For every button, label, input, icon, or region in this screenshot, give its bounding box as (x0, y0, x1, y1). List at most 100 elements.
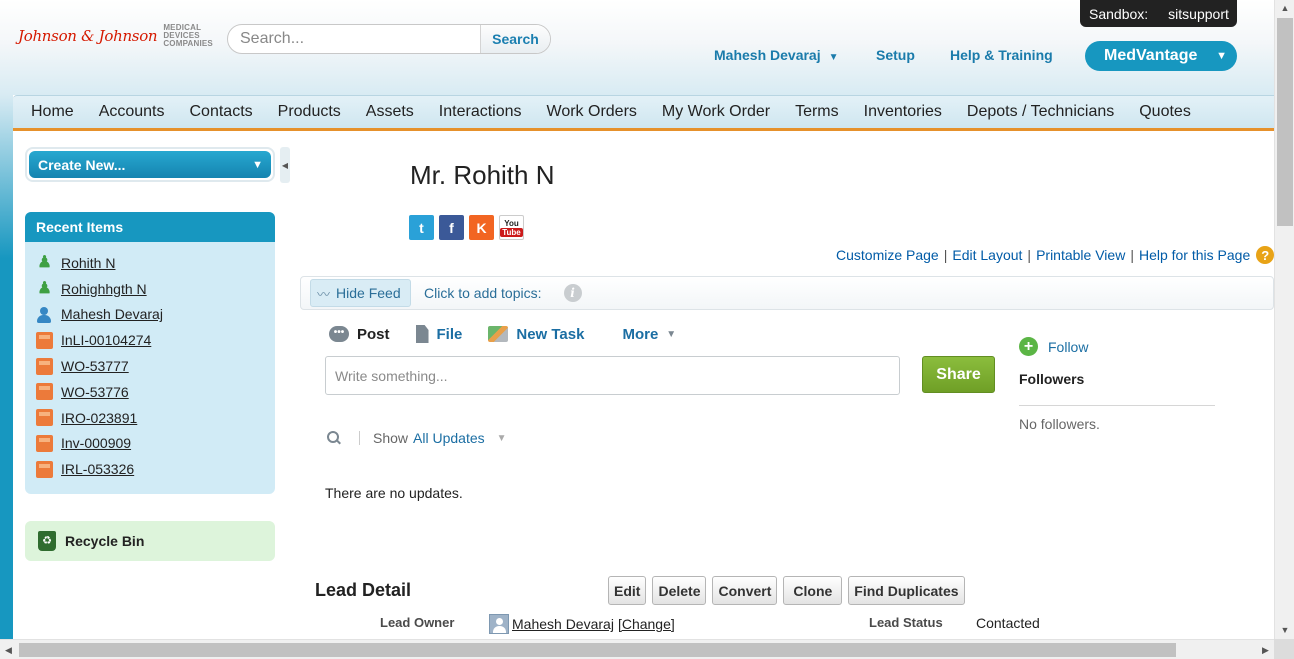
lead-status-label: Lead Status (869, 615, 943, 630)
tab-quotes[interactable]: Quotes (1127, 96, 1204, 128)
chevron-down-icon[interactable]: ▼ (497, 433, 507, 444)
recycle-bin-icon: ♻ (38, 531, 56, 551)
search-input[interactable] (228, 25, 480, 53)
recycle-bin[interactable]: ♻ Recycle Bin (25, 521, 275, 561)
recent-item-link[interactable]: Mahesh Devaraj (61, 306, 163, 322)
lead-icon: ♟ (37, 254, 52, 272)
scroll-up-icon[interactable]: ▲ (1275, 0, 1294, 17)
contact-icon (36, 306, 53, 323)
create-new-menu[interactable]: Create New... ▼ (25, 147, 275, 182)
tab-work-orders[interactable]: Work Orders (534, 96, 649, 128)
scroll-corner (1274, 639, 1294, 659)
chat-bubble-icon: ••• (329, 326, 349, 342)
find-duplicates-button[interactable]: Find Duplicates (848, 576, 965, 605)
search-button[interactable]: Search (480, 25, 550, 53)
recent-items-panel: Recent Items ♟ Rohith N ♟ Rohighhgth N M… (25, 212, 275, 494)
social-links: t f K You Tube (409, 215, 524, 240)
chevron-down-icon: ▼ (252, 158, 263, 171)
recent-item-link[interactable]: InLI-00104274 (61, 332, 151, 348)
task-icon (488, 326, 509, 342)
plus-icon: + (1019, 337, 1038, 356)
add-topics-link[interactable]: Click to add topics: (424, 285, 542, 301)
tab-terms[interactable]: Terms (783, 96, 852, 128)
recent-item-link[interactable]: IRL-053326 (61, 461, 134, 477)
box-icon (36, 434, 53, 452)
logo-wordmark: Johnson & Johnson (18, 27, 158, 45)
sandbox-name: sitsupport (1168, 5, 1229, 22)
tab-assets[interactable]: Assets (353, 96, 426, 128)
scroll-left-icon[interactable]: ◀ (0, 640, 17, 659)
printable-view-link[interactable]: Printable View (1036, 247, 1125, 263)
tab-home[interactable]: Home (13, 96, 86, 128)
recent-item-link[interactable]: IRO-023891 (61, 410, 137, 426)
klout-icon[interactable]: K (469, 215, 494, 240)
app-switcher[interactable]: MedVantage ▼ (1085, 41, 1237, 71)
info-icon[interactable]: i (563, 284, 582, 302)
tab-interactions[interactable]: Interactions (426, 96, 534, 128)
help-icon[interactable]: ? (1256, 246, 1275, 264)
delete-button[interactable]: Delete (652, 576, 707, 605)
facebook-icon[interactable]: f (439, 215, 464, 240)
page-title: Mr. Rohith N (410, 160, 555, 190)
user-menu[interactable]: Mahesh Devaraj ▼ (714, 47, 839, 63)
vertical-scrollbar[interactable]: ▲ ▼ (1274, 0, 1294, 639)
tab-accounts[interactable]: Accounts (86, 96, 177, 128)
lead-icon: ♟ (37, 280, 52, 298)
vertical-scroll-thumb[interactable] (1277, 18, 1293, 226)
help-training-link[interactable]: Help & Training (950, 47, 1053, 63)
follow-label: Follow (1048, 338, 1089, 355)
box-icon (36, 331, 53, 349)
youtube-icon[interactable]: You Tube (499, 215, 524, 240)
edit-layout-link[interactable]: Edit Layout (952, 247, 1022, 263)
change-owner-link[interactable]: [Change] (618, 616, 675, 632)
tab-products[interactable]: Products (265, 96, 353, 128)
share-button[interactable]: Share (922, 356, 995, 393)
edit-button[interactable]: Edit (608, 576, 647, 605)
app-name: MedVantage (1104, 47, 1198, 64)
sandbox-label: Sandbox: (1089, 5, 1149, 22)
global-search: Search (227, 24, 551, 54)
recent-items-list: ♟ Rohith N ♟ Rohighhgth N Mahesh Devaraj… (25, 242, 275, 482)
list-item: InLI-00104274 (25, 327, 275, 353)
tab-my-work-order[interactable]: My Work Order (649, 96, 782, 128)
customize-page-link[interactable]: Customize Page (836, 247, 939, 263)
setup-link[interactable]: Setup (876, 47, 915, 63)
twitter-icon[interactable]: t (409, 215, 434, 240)
horizontal-scroll-thumb[interactable] (19, 643, 1176, 657)
search-icon[interactable] (327, 431, 341, 445)
recent-item-link[interactable]: Rohighhgth N (61, 281, 147, 297)
tab-contacts[interactable]: Contacts (177, 96, 265, 128)
convert-button[interactable]: Convert (712, 576, 778, 605)
horizontal-scrollbar[interactable]: ◀ ▶ (0, 639, 1274, 659)
user-name: Mahesh Devaraj (714, 47, 821, 63)
feed-filter-dropdown[interactable]: All Updates (413, 430, 485, 446)
create-new-button[interactable]: Create New... ▼ (29, 151, 271, 178)
follow-button[interactable]: + Follow (1019, 337, 1088, 356)
help-page-link[interactable]: Help for this Page (1139, 247, 1250, 263)
recent-items-title: Recent Items (25, 212, 275, 242)
lead-detail-title: Lead Detail (315, 580, 412, 600)
lead-owner-link[interactable]: Mahesh Devaraj (512, 616, 614, 632)
scroll-right-icon[interactable]: ▶ (1257, 640, 1274, 659)
publisher-tab-file[interactable]: File (415, 325, 462, 343)
publisher-tab-post[interactable]: ••• Post (329, 326, 390, 343)
hide-feed-button[interactable]: 〰 Hide Feed (310, 279, 411, 307)
scroll-down-icon[interactable]: ▼ (1275, 622, 1294, 639)
recent-item-link[interactable]: WO-53776 (61, 384, 129, 400)
followers-empty-message: No followers. (1019, 416, 1100, 432)
list-item: ♟ Rohith N (25, 250, 275, 276)
company-logo[interactable]: Johnson & Johnson MEDICAL DEVICES COMPAN… (18, 24, 213, 48)
tab-depots-technicians[interactable]: Depots / Technicians (954, 96, 1126, 128)
sidebar-collapse-handle[interactable]: ◀ (280, 147, 290, 183)
recent-item-link[interactable]: Rohith N (61, 255, 115, 271)
list-item: IRO-023891 (25, 405, 275, 431)
publisher-tab-more[interactable]: More ▼ (622, 326, 676, 343)
list-item: Mahesh Devaraj (25, 302, 275, 328)
recent-item-link[interactable]: Inv-000909 (61, 435, 131, 451)
post-input[interactable] (325, 356, 900, 395)
clone-button[interactable]: Clone (783, 576, 843, 605)
tab-inventories[interactable]: Inventories (851, 96, 954, 128)
recent-item-link[interactable]: WO-53777 (61, 358, 129, 374)
publisher-tab-new-task[interactable]: New Task (488, 326, 584, 343)
list-item: IRL-053326 (25, 456, 275, 482)
